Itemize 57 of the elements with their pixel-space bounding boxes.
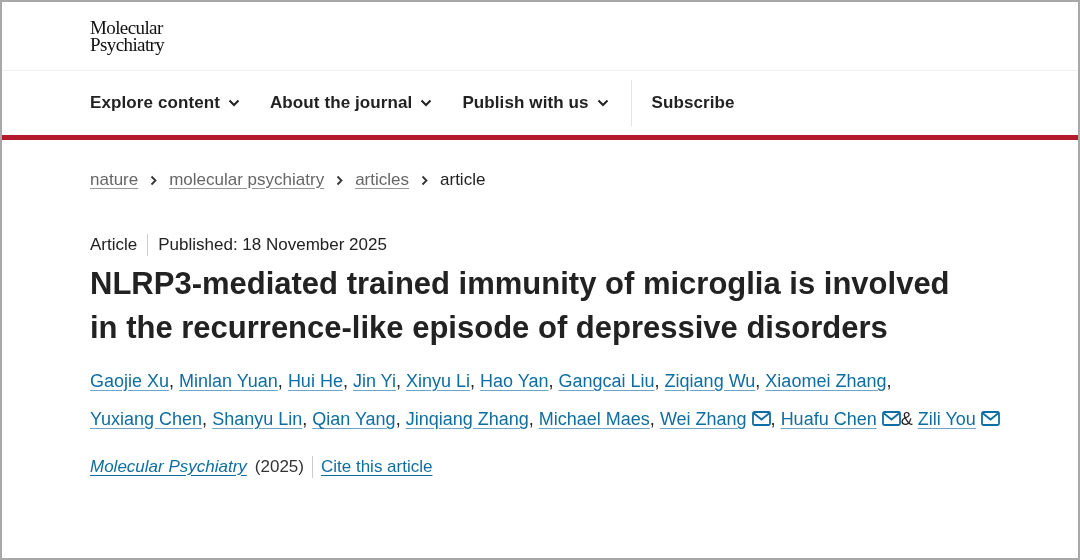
author-link[interactable]: Xinyu Li (406, 371, 471, 391)
breadcrumb-current: article (440, 170, 486, 190)
nav-link[interactable]: Explore content (90, 93, 240, 113)
author-separator: , (548, 371, 554, 391)
author-link[interactable]: Wei Zhang (659, 409, 747, 429)
article-type: Article (90, 235, 138, 255)
author-separator: , (770, 409, 776, 429)
nav-link[interactable]: Subscribe (651, 93, 735, 113)
author-separator: , (202, 409, 208, 429)
author-link[interactable]: Zili You (917, 409, 976, 429)
chevron-right-icon (150, 174, 158, 186)
breadcrumb-link[interactable]: molecular psychiatry (169, 170, 325, 190)
cite-link[interactable]: Cite this article (320, 457, 433, 477)
author-separator: , (886, 371, 892, 391)
author-separator: , (470, 371, 476, 391)
author-link[interactable]: Hao Yan (480, 371, 549, 391)
author-link[interactable]: Gangcai Liu (558, 371, 655, 391)
author-link[interactable]: Ziqiang Wu (664, 371, 756, 391)
journal-logo[interactable]: Molecular Psychiatry (90, 19, 165, 53)
published-date: Published: 18 November 2025 (158, 235, 387, 255)
author-separator: , (654, 371, 660, 391)
chevron-down-icon (420, 99, 433, 107)
author-separator: , (277, 371, 283, 391)
publication-year: (2025) (254, 457, 304, 477)
email-icon[interactable] (881, 411, 901, 426)
chevron-down-icon (596, 99, 609, 107)
author-separator: & (900, 409, 913, 429)
author-separator: , (395, 409, 401, 429)
author-link[interactable]: Huafu Chen (780, 409, 877, 429)
author-link[interactable]: Jin Yi (352, 371, 396, 391)
chevron-down-icon (227, 99, 240, 107)
author-link[interactable]: Xiaomei Zhang (765, 371, 887, 391)
email-icon[interactable] (751, 411, 771, 426)
author-link[interactable]: Gaojie Xu (90, 371, 170, 391)
author-separator: , (528, 409, 534, 429)
journal-link[interactable]: Molecular Psychiatry (90, 457, 247, 477)
article-title: NLRP3-mediated trained immunity of microglia is involved in the recurrence-like episode of depressive disorders (90, 265, 951, 347)
chevron-right-icon (336, 174, 344, 186)
author-link[interactable]: Hui He (287, 371, 343, 391)
author-link[interactable]: Yuxiang Chen (90, 409, 203, 429)
author-link[interactable]: Shanyu Lin (212, 409, 303, 429)
email-icon[interactable] (980, 411, 1000, 426)
author-separator: , (169, 371, 175, 391)
breadcrumb-link[interactable]: nature (90, 170, 139, 190)
chevron-right-icon (421, 174, 428, 186)
author-separator: , (395, 371, 401, 391)
author-link[interactable]: Jinqiang Zhang (405, 409, 529, 429)
breadcrumb-link[interactable]: articles (355, 170, 409, 190)
author-link[interactable]: Michael Maes (538, 409, 650, 429)
author-separator: , (342, 371, 348, 391)
author-separator: , (302, 409, 308, 429)
author-separator: , (755, 371, 761, 391)
nav-link[interactable]: Publish with us (462, 93, 609, 113)
nav-link[interactable]: About the journal (269, 93, 433, 113)
author-separator: , (649, 409, 655, 429)
author-link[interactable]: Qian Yang (312, 409, 396, 429)
author-link[interactable]: Minlan Yuan (179, 371, 278, 391)
